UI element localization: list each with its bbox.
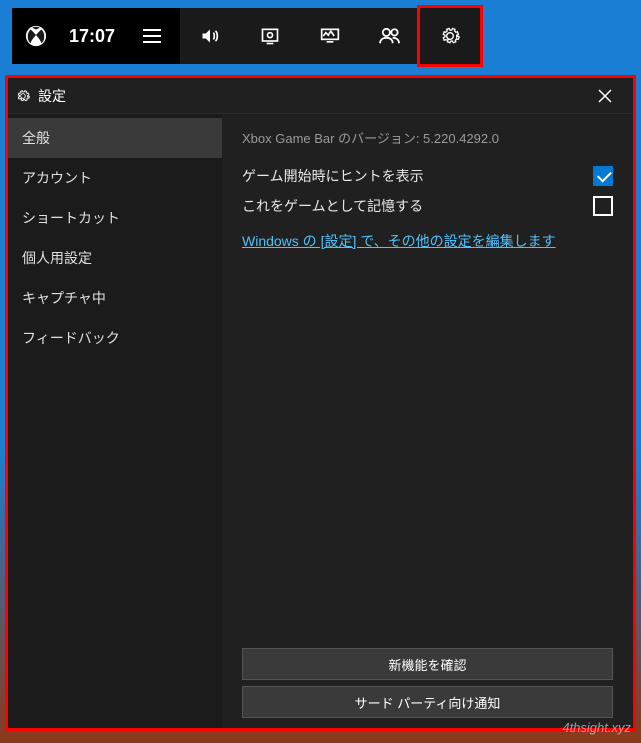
sidebar-item-label: キャプチャ中	[22, 288, 106, 308]
sidebar-item-label: フィードバック	[22, 328, 120, 348]
xbox-logo-icon	[25, 25, 47, 47]
version-label: Xbox Game Bar のバージョン: 5.220.4292.0	[242, 128, 613, 147]
whats-new-button[interactable]: 新機能を確認	[242, 648, 613, 680]
settings-titlebar: 設定	[8, 78, 633, 114]
option-remember-game-checkbox[interactable]	[593, 196, 613, 216]
sidebar-item-shortcut[interactable]: ショートカット	[8, 198, 222, 238]
settings-widget-button[interactable]	[420, 8, 480, 64]
menu-lines-icon	[143, 29, 161, 43]
game-bar-topbar: 17:07	[12, 8, 480, 64]
option-label: これをゲームとして記憶する	[242, 196, 423, 216]
settings-content: Xbox Game Bar のバージョン: 5.220.4292.0 ゲーム開始…	[222, 114, 633, 728]
xbox-button[interactable]	[12, 8, 60, 64]
sidebar-item-label: ショートカット	[22, 208, 120, 228]
sidebar-item-general[interactable]: 全般	[8, 118, 222, 158]
third-party-notice-button[interactable]: サード パーティ向け通知	[242, 686, 613, 718]
social-widget-button[interactable]	[360, 8, 420, 64]
sidebar-item-capturing[interactable]: キャプチャ中	[8, 278, 222, 318]
gear-icon	[16, 89, 30, 103]
windows-settings-link[interactable]: Windows の [設定] で、その他の設定を編集します	[242, 231, 613, 251]
gear-icon	[440, 26, 460, 46]
capture-widget-button[interactable]	[240, 8, 300, 64]
sidebar-item-feedback[interactable]: フィードバック	[8, 318, 222, 358]
close-button[interactable]	[585, 78, 625, 114]
people-icon	[379, 27, 401, 45]
performance-widget-button[interactable]	[300, 8, 360, 64]
option-remember-game: これをゲームとして記憶する	[242, 191, 613, 221]
performance-icon	[319, 26, 341, 46]
clock-time: 17:07	[60, 8, 124, 64]
widget-menu-button[interactable]	[124, 8, 180, 64]
sidebar-item-personalization[interactable]: 個人用設定	[8, 238, 222, 278]
settings-title: 設定	[38, 86, 66, 106]
option-show-hint-checkbox[interactable]	[593, 166, 613, 186]
option-label: ゲーム開始時にヒントを表示	[242, 166, 424, 186]
sidebar-item-label: アカウント	[22, 168, 92, 188]
sidebar-item-label: 個人用設定	[22, 248, 92, 268]
speaker-icon	[199, 26, 221, 46]
settings-sidebar: 全般 アカウント ショートカット 個人用設定 キャプチャ中 フィードバック	[8, 114, 222, 728]
sidebar-item-account[interactable]: アカウント	[8, 158, 222, 198]
sidebar-item-label: 全般	[22, 128, 50, 148]
settings-window: 設定 全般 アカウント ショートカット 個人用設定 キャプチャ中 フィードバック…	[8, 78, 633, 728]
capture-icon	[260, 26, 280, 46]
audio-widget-button[interactable]	[180, 8, 240, 64]
close-icon	[598, 89, 612, 103]
option-show-hint: ゲーム開始時にヒントを表示	[242, 161, 613, 191]
watermark-text: 4thsight.xyz	[562, 720, 631, 735]
